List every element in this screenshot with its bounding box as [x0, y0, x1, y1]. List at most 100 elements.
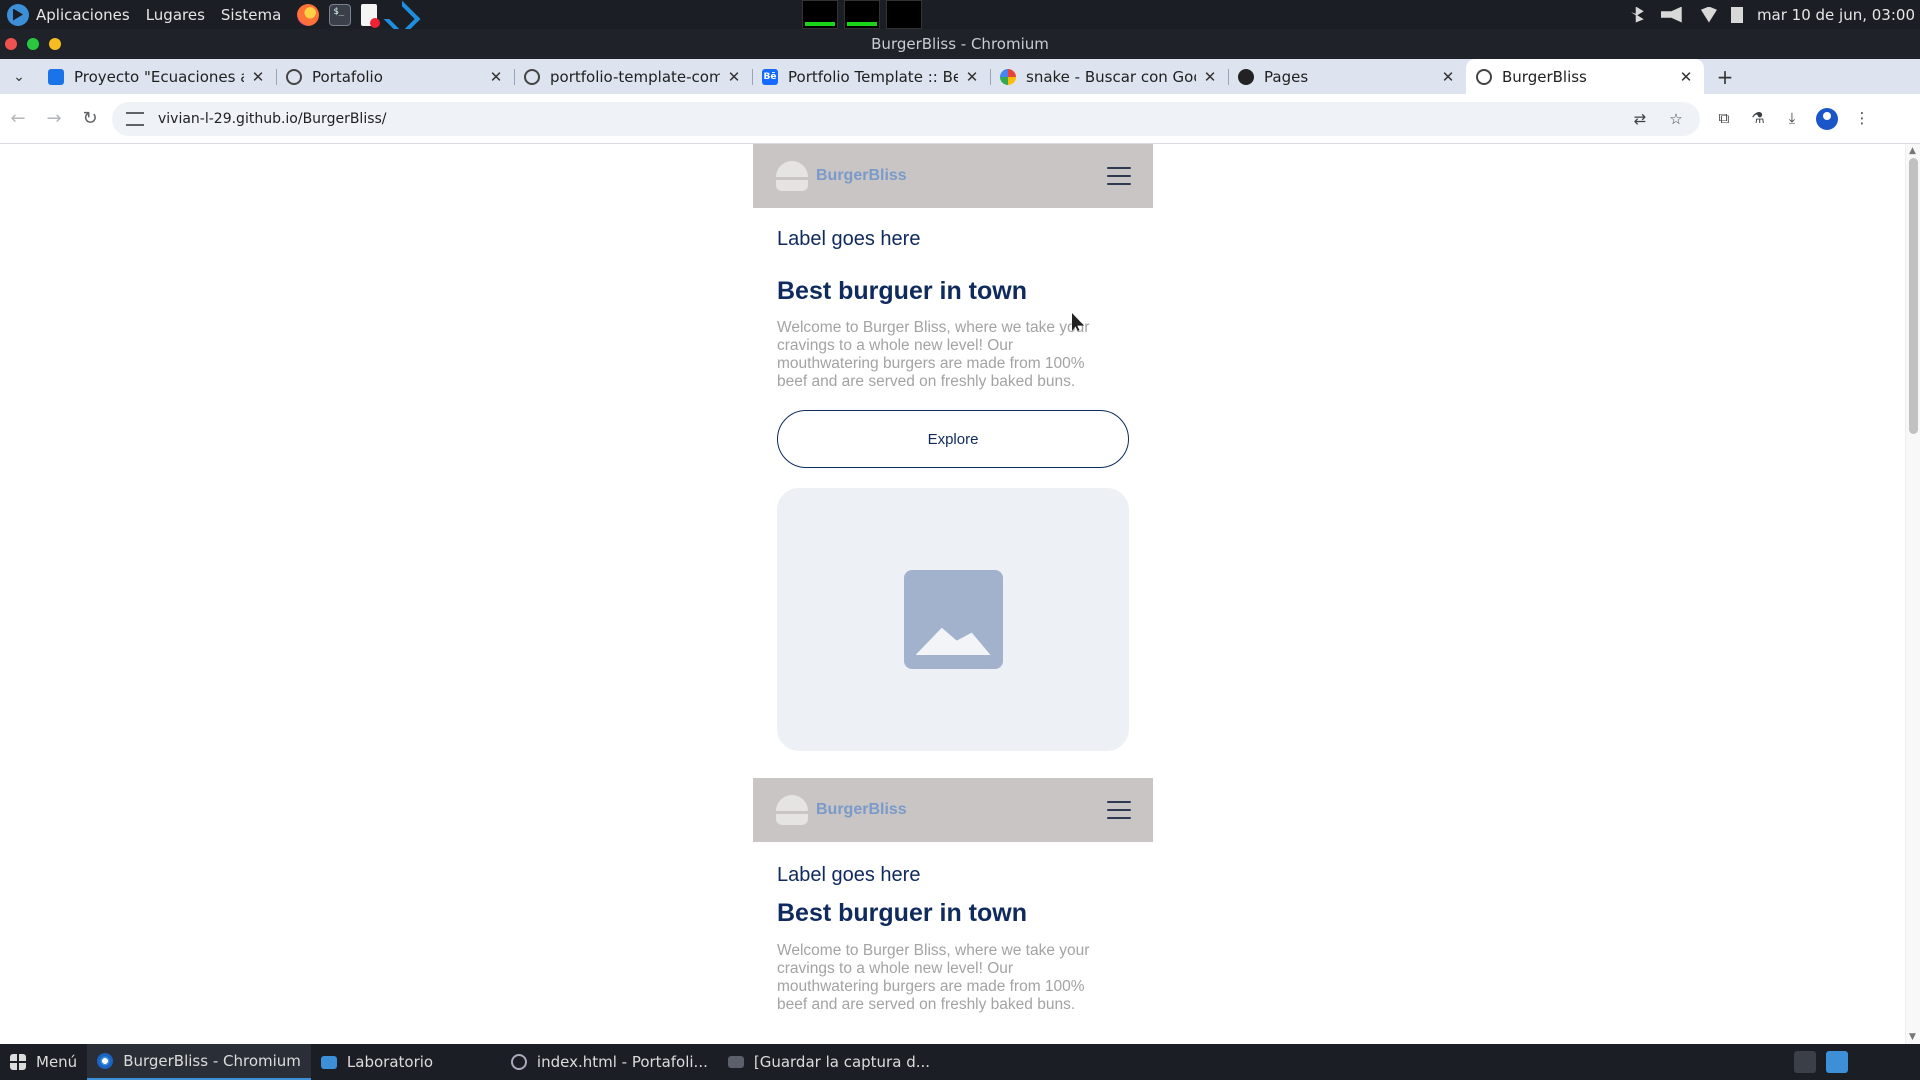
chromium-tray-icon[interactable]	[1826, 1051, 1848, 1073]
scroll-up-arrow-icon[interactable]: ▲	[1909, 146, 1916, 156]
vscode-icon	[510, 1054, 527, 1070]
hero-section: Label goes here Best burguer in town Wel…	[753, 864, 1153, 1014]
site-frame-2: BurgerBliss Label goes here Best burguer…	[753, 778, 1153, 1014]
bookmark-star-icon[interactable]: ☆	[1666, 109, 1686, 129]
window-maximize-button[interactable]	[27, 38, 39, 50]
tab-label: Portafolio	[312, 67, 383, 86]
volume-icon[interactable]	[1660, 6, 1682, 23]
behance-icon: Bē	[762, 68, 778, 85]
chromium-icon	[97, 1053, 114, 1069]
battery-icon[interactable]	[1730, 6, 1743, 23]
keyboard-layout-icon[interactable]	[1794, 1051, 1816, 1073]
distro-logo-icon[interactable]	[7, 3, 29, 26]
taskbar-item-label: [Guardar la captura d...	[753, 1053, 931, 1071]
globe-icon	[286, 68, 302, 85]
close-icon[interactable]: ✕	[488, 68, 504, 86]
explore-button[interactable]: Explore	[777, 410, 1129, 468]
folder-icon	[320, 1055, 337, 1069]
brand-name[interactable]: BurgerBliss	[816, 801, 907, 819]
window-minimize-button[interactable]	[49, 38, 61, 50]
hamburger-menu-icon[interactable]	[1107, 167, 1131, 185]
labs-flask-icon[interactable]: ⚗	[1748, 108, 1768, 128]
burger-logo-icon[interactable]	[776, 795, 808, 825]
download-icon[interactable]: ⤓	[1782, 108, 1802, 128]
cpu-monitor-graph	[802, 0, 838, 29]
close-icon[interactable]: ✕	[1202, 68, 1218, 86]
address-bar[interactable]: vivian-l-29.github.io/BurgerBliss/ ⇄ ☆	[112, 101, 1700, 136]
tab-label: snake - Buscar con Google	[1026, 67, 1196, 86]
page-scrollbar[interactable]: ▲ ▼	[1905, 144, 1920, 1044]
vscode-launcher-icon[interactable]	[387, 4, 409, 26]
taskbar-item-chromium[interactable]: BurgerBliss - Chromium	[87, 1044, 311, 1080]
forward-button[interactable]: →	[36, 101, 72, 137]
scrollbar-thumb[interactable]	[1909, 158, 1918, 434]
arrow-left-icon: ←	[10, 108, 26, 129]
grid-menu-icon	[10, 1054, 26, 1070]
taskbar-item-vscode[interactable]: index.html - Portafoli...	[501, 1044, 718, 1080]
tab-label: Portfolio Template :: Behance	[788, 67, 958, 86]
brand-name[interactable]: BurgerBliss	[816, 167, 907, 185]
system-top-bar: Aplicaciones Lugares Sistema mar 10 de j…	[0, 0, 1920, 29]
bluetooth-icon[interactable]	[1630, 6, 1644, 23]
taskbar-item-screenshot[interactable]: [Guardar la captura d...	[718, 1044, 940, 1080]
taskbar-item-laboratorio[interactable]: Laboratorio	[311, 1044, 501, 1080]
url-text[interactable]: vivian-l-29.github.io/BurgerBliss/	[158, 111, 387, 127]
page-viewport: BurgerBliss Label goes here Best burguer…	[0, 144, 1920, 1044]
tab-label: BurgerBliss	[1502, 67, 1587, 86]
taskbar-item-label: Laboratorio	[346, 1053, 434, 1071]
start-menu-label: Menú	[36, 1053, 78, 1071]
terminal-launcher-icon[interactable]	[329, 3, 352, 26]
globe-icon	[524, 68, 540, 85]
window-titlebar: BurgerBliss - Chromium	[0, 29, 1920, 59]
new-tab-button[interactable]: +	[1710, 59, 1740, 94]
site-info-icon[interactable]	[126, 111, 144, 126]
kebab-menu-icon[interactable]: ⋮	[1852, 108, 1872, 128]
close-icon[interactable]: ✕	[726, 68, 742, 86]
close-icon[interactable]: ✕	[250, 68, 266, 86]
tab-label: portfolio-template-community	[550, 67, 720, 86]
tab-behance[interactable]: Bē Portfolio Template :: Behance ✕	[752, 59, 990, 94]
network-monitor-graph	[886, 0, 922, 29]
translate-icon[interactable]: ⇄	[1630, 109, 1650, 129]
tab-portafolio[interactable]: Portafolio ✕	[276, 59, 514, 94]
github-icon	[1238, 68, 1254, 85]
arrow-right-icon: →	[46, 108, 62, 129]
show-desktop-icon[interactable]	[1890, 1051, 1912, 1073]
hero-description: Welcome to Burger Bliss, where we take y…	[777, 319, 1090, 390]
tab-proyecto[interactable]: Proyecto "Ecuaciones aplicadas" ✕	[38, 59, 276, 94]
menu-aplicaciones[interactable]: Aplicaciones	[36, 6, 130, 24]
tab-burgerbliss[interactable]: BurgerBliss ✕	[1466, 59, 1704, 94]
workspace-switcher-icon[interactable]	[1858, 1051, 1880, 1073]
firefox-launcher-icon[interactable]	[297, 3, 320, 26]
chevron-down-icon: ⌄	[13, 68, 25, 85]
extensions-icon[interactable]: ⧉	[1714, 108, 1734, 128]
hero-section: Label goes here Best burguer in town Wel…	[753, 228, 1153, 751]
tab-google-snake[interactable]: snake - Buscar con Google ✕	[990, 59, 1228, 94]
close-icon[interactable]: ✕	[1440, 68, 1456, 86]
close-icon[interactable]: ✕	[1678, 68, 1694, 86]
site-header: BurgerBliss	[753, 778, 1153, 842]
clock[interactable]: mar 10 de jun, 03:00	[1757, 6, 1915, 24]
tab-pages[interactable]: Pages ✕	[1228, 59, 1466, 94]
reload-button[interactable]: ↻	[72, 101, 108, 137]
taskbar-item-label: index.html - Portafoli...	[536, 1053, 708, 1071]
back-button[interactable]: ←	[0, 101, 36, 137]
tab-search-button[interactable]: ⌄	[0, 59, 38, 94]
scroll-down-arrow-icon[interactable]: ▼	[1909, 1032, 1916, 1042]
hamburger-menu-icon[interactable]	[1107, 801, 1131, 819]
taskbar: Menú BurgerBliss - Chromium Laboratorio …	[0, 1044, 1920, 1080]
menu-sistema[interactable]: Sistema	[221, 6, 281, 24]
burger-logo-icon[interactable]	[776, 161, 808, 191]
close-icon[interactable]: ✕	[964, 68, 980, 86]
page-headline: Best burguer in town	[777, 899, 1027, 927]
tab-portfolio-template-community[interactable]: portfolio-template-community ✕	[514, 59, 752, 94]
document-launcher-icon[interactable]	[361, 3, 381, 28]
menu-lugares[interactable]: Lugares	[146, 6, 205, 24]
profile-avatar-icon[interactable]	[1816, 107, 1838, 130]
hero-image-card	[777, 488, 1129, 751]
window-close-button[interactable]	[5, 38, 17, 50]
wifi-icon[interactable]	[1700, 6, 1717, 23]
section-label: Label goes here	[777, 864, 921, 886]
start-menu-button[interactable]: Menú	[0, 1044, 87, 1080]
plus-icon: +	[1716, 64, 1734, 89]
